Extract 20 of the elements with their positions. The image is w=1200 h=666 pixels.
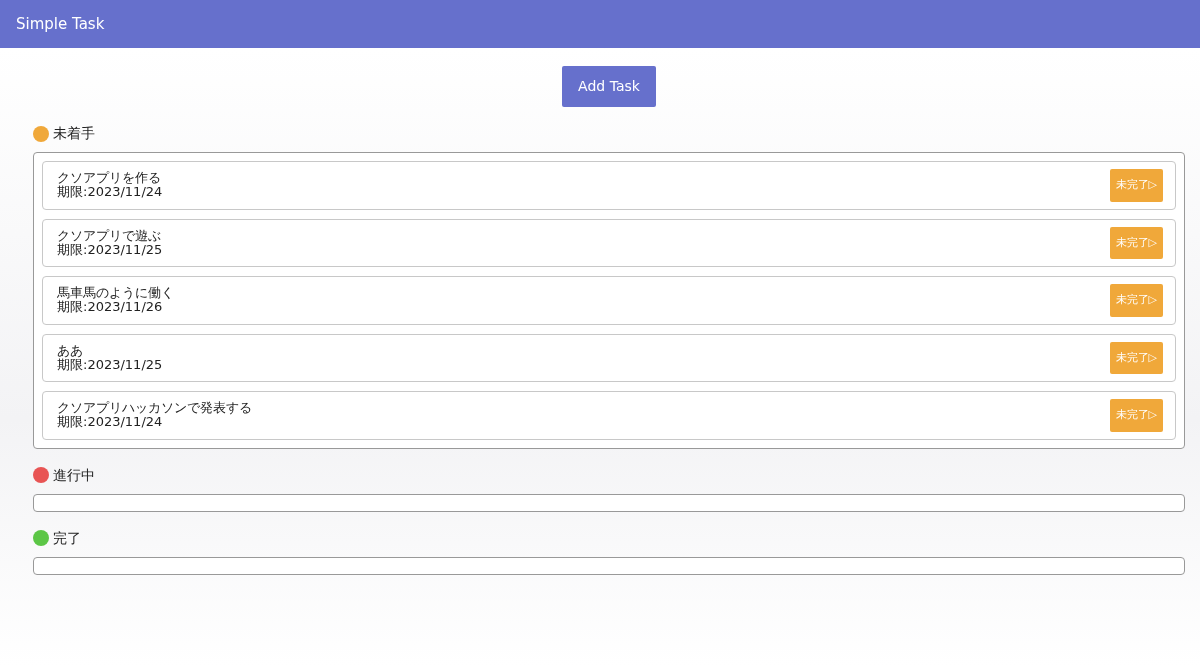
- task-name: クソアプリを作る: [57, 171, 162, 186]
- status-button[interactable]: 未完了▷: [1109, 399, 1163, 432]
- app-title: Simple Task: [16, 13, 105, 35]
- group-title: 未着手: [53, 124, 95, 143]
- status-button[interactable]: 未完了▷: [1109, 226, 1163, 259]
- task-due-date: 期限:2023/11/24: [57, 415, 164, 430]
- task-name: ああ: [57, 343, 84, 358]
- group-title: 進行中: [53, 465, 95, 485]
- task-due-date: 期限:2023/11/25: [57, 242, 163, 257]
- task-due-date: 期限:2023/11/24: [57, 185, 163, 200]
- task-due-date: 期限:2023/11/25: [57, 357, 163, 372]
- status-button[interactable]: 未完了▷: [1109, 341, 1163, 374]
- status-button[interactable]: 未完了▷: [1109, 284, 1163, 317]
- task-name: クソアプリハッカソンで発表する: [57, 401, 252, 416]
- task-name: クソアプリで遊ぶ: [57, 228, 162, 243]
- task-name: 馬車馬のように働く: [57, 286, 174, 301]
- task-due-date: 期限:2023/11/26: [57, 300, 164, 315]
- add-task-button[interactable]: Add Task: [562, 66, 656, 107]
- group-title: 完了: [53, 528, 81, 548]
- status-button[interactable]: 未完了▷: [1109, 169, 1163, 202]
